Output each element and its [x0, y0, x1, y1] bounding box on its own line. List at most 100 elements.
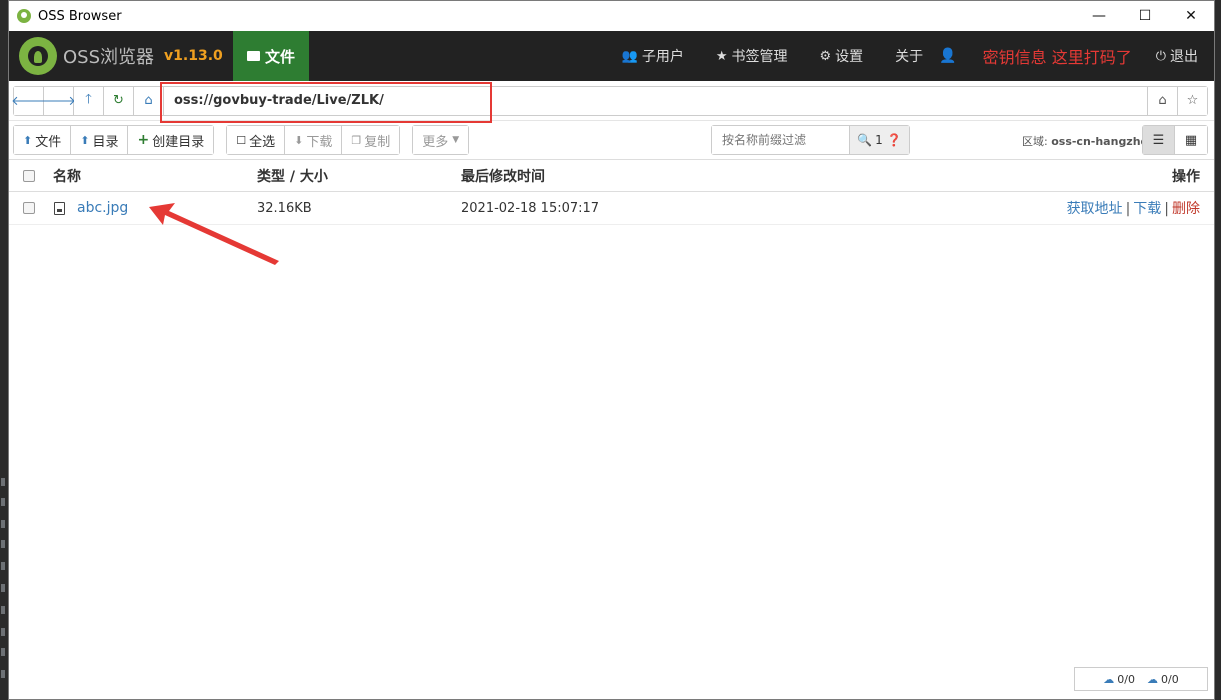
image-file-icon — [54, 202, 65, 215]
download-icon: ⬇ — [294, 133, 304, 147]
select-all-checkbox[interactable] — [23, 169, 35, 182]
caret-down-icon: ▼ — [452, 135, 460, 145]
app-logo-icon — [17, 9, 31, 23]
logout-label: 退出 — [1170, 49, 1198, 65]
refresh-icon: ↻ — [113, 93, 124, 108]
filter-group: 🔍 1 ❓ — [711, 125, 910, 155]
users-icon: 👥 — [621, 48, 638, 64]
more-dropdown-button[interactable]: 更多 ▼ — [413, 126, 469, 154]
header-modified[interactable]: 最后修改时间 — [461, 166, 545, 186]
select-all-button[interactable]: ☐ 全选 — [227, 126, 286, 154]
maximize-button[interactable]: ☐ — [1122, 1, 1168, 31]
separator: | — [1125, 201, 1131, 217]
upload-dir-button[interactable]: ⬆ 目录 — [71, 126, 129, 154]
set-home-button[interactable]: ⌂ — [1147, 86, 1177, 115]
row-actions: 获取地址 | 下载 | 删除 — [1067, 198, 1200, 218]
list-view-button[interactable]: ☰ — [1143, 126, 1175, 154]
minimize-button[interactable]: — — [1076, 1, 1122, 31]
help-icon: ❓ — [886, 133, 902, 147]
table-row[interactable]: abc.jpg 32.16KB 2021-02-18 15:07:17 获取地址… — [9, 192, 1214, 225]
button-label: 复制 — [364, 134, 391, 150]
file-table-header: 名称 类型 / 大小 最后修改时间 操作 — [9, 159, 1214, 192]
copy-button[interactable]: ❐ 复制 — [342, 126, 400, 154]
list-icon: ☰ — [1152, 132, 1165, 148]
upload-icon: ⬆ — [80, 133, 90, 147]
cloud-download-icon: ☁ — [1147, 672, 1158, 686]
up-button[interactable]: 🡑 — [74, 86, 104, 115]
region-value: oss-cn-hangzhou — [1051, 135, 1156, 148]
window-title: OSS Browser — [38, 8, 122, 24]
download-status[interactable]: ☁ 0/0 — [1147, 673, 1179, 686]
upload-status[interactable]: ☁ 0/0 — [1103, 673, 1135, 686]
nav-tab-files[interactable]: 文件 — [233, 31, 309, 81]
address-bar: 🡐 🡒 🡑 ↻ ⌂ ⌂ ☆ — [9, 81, 1214, 123]
region-info: 区域: oss-cn-hangzhou — [1022, 133, 1156, 149]
top-navbar: OSS浏览器 v1.13.0 文件 👥 子用户 ★ 书签管理 ⚙ 设置 关于 👤 — [9, 31, 1214, 81]
star-icon: ★ — [715, 48, 728, 64]
nav-tab-files-label: 文件 — [264, 47, 295, 66]
plus-icon: + — [137, 132, 150, 148]
file-name-link[interactable]: abc.jpg — [77, 200, 128, 216]
more-group: 更多 ▼ — [412, 125, 470, 155]
refresh-button[interactable]: ↻ — [104, 86, 134, 115]
download-link[interactable]: 下载 — [1133, 201, 1161, 217]
gear-icon: ⚙ — [819, 48, 832, 64]
button-label: 创建目录 — [152, 134, 205, 150]
header-name[interactable]: 名称 — [53, 166, 81, 186]
transfer-status-bar[interactable]: ☁ 0/0 ☁ 0/0 — [1074, 667, 1208, 691]
bookmark-button[interactable]: ☆ — [1177, 86, 1207, 115]
filter-search-button[interactable]: 🔍 1 ❓ — [850, 126, 909, 154]
nav-item-label: 子用户 — [641, 49, 684, 65]
button-label: 下载 — [306, 134, 333, 150]
background-ide-strip — [0, 0, 8, 700]
nav-item-bookmarks[interactable]: ★ 书签管理 — [700, 31, 804, 81]
delete-link[interactable]: 删除 — [1172, 201, 1200, 217]
nav-item-settings[interactable]: ⚙ 设置 — [804, 31, 880, 81]
checkbox-icon: ☐ — [236, 133, 247, 147]
selection-group: ☐ 全选 ⬇ 下载 ❐ 复制 — [226, 125, 401, 155]
arrow-up-icon: 🡑 — [85, 91, 92, 107]
view-toggle-group: ☰ ▦ — [1142, 125, 1208, 155]
download-button[interactable]: ⬇ 下载 — [285, 126, 343, 154]
star-outline-icon: ☆ — [1186, 93, 1199, 108]
get-url-link[interactable]: 获取地址 — [1067, 201, 1123, 217]
search-icon: 🔍 — [857, 133, 873, 147]
region-label: 区域: — [1022, 135, 1048, 148]
address-input[interactable] — [164, 86, 1147, 115]
close-button[interactable]: ✕ — [1168, 1, 1214, 31]
forward-button[interactable]: 🡒 — [41, 86, 76, 115]
download-count: 0/0 — [1161, 672, 1179, 686]
grid-icon: ▦ — [1184, 132, 1198, 148]
upload-group: ⬆ 文件 ⬆ 目录 + 创建目录 — [13, 125, 215, 155]
filter-input[interactable] — [712, 126, 850, 154]
logout-button[interactable]: ⏻ 退出 — [1140, 31, 1214, 81]
upload-file-button[interactable]: ⬆ 文件 — [14, 126, 72, 154]
header-type-size[interactable]: 类型 / 大小 — [257, 166, 328, 186]
separator: | — [1164, 201, 1169, 217]
power-icon: ⏻ — [1155, 48, 1166, 64]
upload-count: 0/0 — [1117, 672, 1135, 686]
nav-item-label: 书签管理 — [731, 49, 788, 65]
file-modified: 2021-02-18 15:07:17 — [461, 200, 600, 216]
grid-view-button[interactable]: ▦ — [1175, 126, 1207, 154]
nav-item-label: 关于 — [895, 49, 924, 65]
brand: OSS浏览器 v1.13.0 — [9, 31, 233, 81]
folder-icon — [246, 51, 260, 61]
home-icon: ⌂ — [1158, 93, 1167, 108]
window-controls: — ☐ ✕ — [1076, 1, 1214, 31]
home-button[interactable]: ⌂ — [134, 86, 164, 115]
nav-item-about[interactable]: 关于 — [879, 31, 939, 81]
create-dir-button[interactable]: + 创建目录 — [128, 126, 214, 154]
nav-item-subusers[interactable]: 👥 子用户 — [606, 31, 700, 81]
file-size: 32.16KB — [257, 200, 312, 216]
back-button[interactable]: 🡐 — [11, 86, 46, 115]
row-checkbox[interactable] — [23, 202, 35, 214]
address-group: 🡐 🡒 🡑 ↻ ⌂ ⌂ ☆ — [11, 85, 1208, 116]
upload-icon: ⬆ — [23, 133, 33, 147]
file-toolbar: ⬆ 文件 ⬆ 目录 + 创建目录 ☐ 全选 ⬇ 下载 ❐ 复制 更多 ▼ 按名称… — [9, 121, 1214, 159]
header-ops: 操作 — [1172, 168, 1200, 185]
arrow-right-icon: 🡒 — [41, 93, 76, 109]
cloud-upload-icon: ☁ — [1103, 672, 1115, 686]
home-icon: ⌂ — [144, 93, 153, 108]
copy-icon: ❐ — [351, 133, 362, 147]
